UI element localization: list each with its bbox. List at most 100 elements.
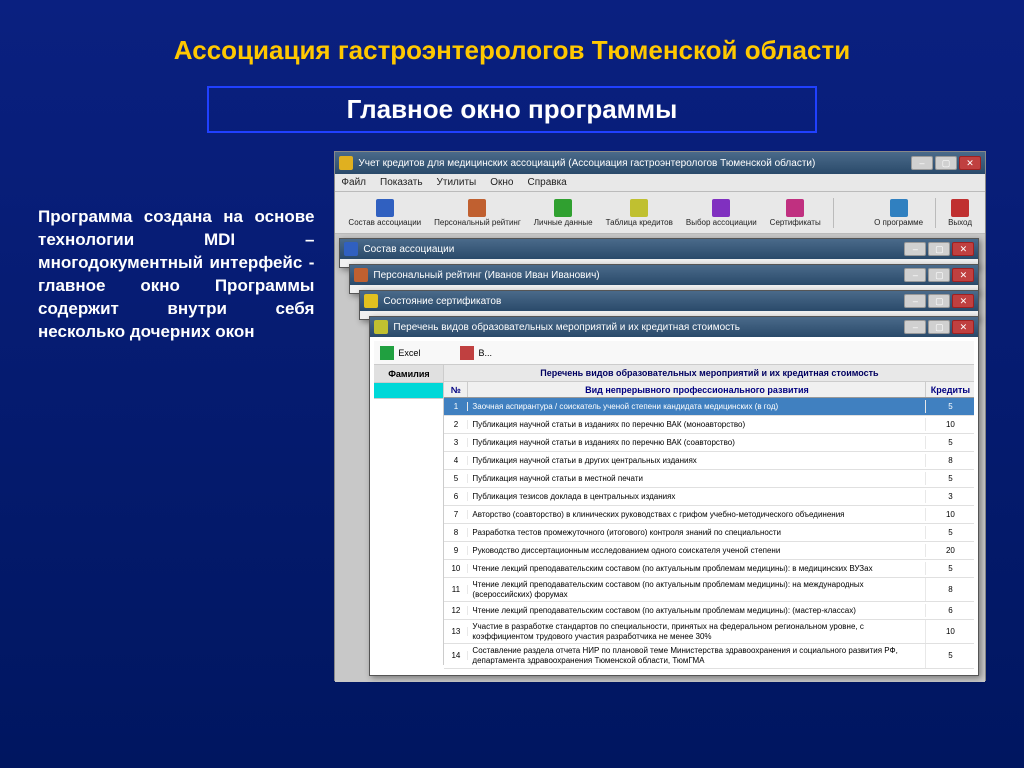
cell-credits: 20 [926, 546, 974, 555]
cell-num: 5 [444, 474, 468, 483]
toolbar: Состав ассоциации Персональный рейтинг Л… [335, 192, 985, 234]
cell-credits: 5 [926, 564, 974, 573]
exit-icon [951, 199, 969, 217]
maximize-button[interactable]: ▢ [935, 156, 957, 170]
tb-credits[interactable]: Таблица кредитов [601, 197, 678, 229]
cell-credits: 5 [926, 528, 974, 537]
table-row[interactable]: 6Публикация тезисов доклада в центральны… [444, 488, 974, 506]
maximize-button[interactable]: ▢ [928, 320, 950, 334]
cell-desc: Участие в разработке стандартов по специ… [468, 620, 926, 643]
cell-credits: 8 [926, 456, 974, 465]
cell-num: 14 [444, 651, 468, 660]
table-row[interactable]: 13Участие в разработке стандартов по спе… [444, 620, 974, 644]
close-button[interactable]: ✕ [952, 268, 974, 282]
cell-credits: 5 [926, 438, 974, 447]
rating-icon [468, 199, 486, 217]
cell-num: 1 [444, 402, 468, 411]
cell-credits: 5 [926, 474, 974, 483]
table-row[interactable]: 1Заочная аспирантура / соискатель ученой… [444, 398, 974, 416]
cell-credits: 3 [926, 492, 974, 501]
cell-desc: Публикация научной статьи в изданиях по … [468, 418, 926, 432]
cell-num: 7 [444, 510, 468, 519]
credits-icon [630, 199, 648, 217]
cell-credits: 8 [926, 585, 974, 594]
excel-button[interactable]: Excel [380, 346, 420, 360]
cert-icon [786, 199, 804, 217]
table-row[interactable]: 2Публикация научной статьи в изданиях по… [444, 416, 974, 434]
tb-rating[interactable]: Персональный рейтинг [429, 197, 526, 229]
window-icon [344, 242, 358, 256]
menu-bar: Файл Показать Утилиты Окно Справка [335, 174, 985, 192]
back-button[interactable]: В... [460, 346, 492, 360]
cell-desc: Публикация научной статьи в других центр… [468, 454, 926, 468]
slide-title: Ассоциация гастроэнтерологов Тюменской о… [0, 0, 1024, 78]
maximize-button[interactable]: ▢ [928, 294, 950, 308]
table-row[interactable]: 12Чтение лекций преподавательским состав… [444, 602, 974, 620]
close-button[interactable]: ✕ [959, 156, 981, 170]
members-icon [376, 199, 394, 217]
cell-credits: 10 [926, 627, 974, 636]
minimize-button[interactable]: – [911, 156, 933, 170]
cell-credits: 10 [926, 510, 974, 519]
menu-help[interactable]: Справка [528, 177, 567, 188]
close-button[interactable]: ✕ [952, 320, 974, 334]
table-row[interactable]: 9Руководство диссертационным исследовани… [444, 542, 974, 560]
cell-desc: Авторство (соавторство) в клинических ру… [468, 508, 926, 522]
left-column: Фамилия [374, 365, 444, 665]
maximize-button[interactable]: ▢ [928, 268, 950, 282]
cell-desc: Публикация тезисов доклада в центральных… [468, 490, 926, 504]
tb-about[interactable]: О программе [869, 197, 928, 229]
table-row[interactable]: 8Разработка тестов промежуточного (итого… [444, 524, 974, 542]
table-row[interactable]: 14Составление раздела отчета НИР по план… [444, 644, 974, 668]
cell-credits: 5 [926, 402, 974, 411]
main-titlebar: Учет кредитов для медицинских ассоциаций… [335, 152, 985, 174]
close-button[interactable]: ✕ [952, 242, 974, 256]
minimize-button[interactable]: – [904, 294, 926, 308]
menu-show[interactable]: Показать [380, 177, 423, 188]
tb-exit[interactable]: Выход [943, 197, 977, 229]
table-row[interactable]: 7Авторство (соавторство) в клинических р… [444, 506, 974, 524]
cell-desc: Заочная аспирантура / соискатель ученой … [468, 400, 926, 414]
app-window: Учет кредитов для медицинских ассоциаций… [334, 151, 986, 681]
cell-num: 4 [444, 456, 468, 465]
tb-personal[interactable]: Личные данные [529, 197, 598, 229]
table-row[interactable]: 4Публикация научной статьи в других цент… [444, 452, 974, 470]
table-row[interactable]: 11Чтение лекций преподавательским состав… [444, 578, 974, 602]
credits-table: Перечень видов образовательных мероприят… [444, 365, 974, 675]
cell-desc: Чтение лекций преподавательским составом… [468, 604, 926, 618]
maximize-button[interactable]: ▢ [928, 242, 950, 256]
child2-title: Персональный рейтинг (Иванов Иван Иванов… [373, 270, 904, 281]
menu-window[interactable]: Окно [490, 177, 513, 188]
minimize-button[interactable]: – [904, 320, 926, 334]
subtitle-container: Главное окно программы [207, 86, 817, 133]
cell-desc: Руководство диссертационным исследование… [468, 544, 926, 558]
tb-assoc[interactable]: Выбор ассоциации [681, 197, 762, 229]
close-button[interactable]: ✕ [952, 294, 974, 308]
child-window-4[interactable]: Перечень видов образовательных мероприят… [369, 316, 979, 676]
table-row[interactable]: 5Публикация научной статьи в местной печ… [444, 470, 974, 488]
excel-icon [380, 346, 394, 360]
col-num: № [444, 382, 468, 397]
toolbar-separator [833, 198, 834, 228]
menu-utils[interactable]: Утилиты [437, 177, 477, 188]
cell-num: 8 [444, 528, 468, 537]
tb-cert[interactable]: Сертификаты [765, 197, 826, 229]
minimize-button[interactable]: – [904, 242, 926, 256]
cell-num: 10 [444, 564, 468, 573]
menu-file[interactable]: Файл [341, 177, 366, 188]
about-icon [890, 199, 908, 217]
cell-num: 11 [444, 585, 468, 594]
cell-desc: Составление раздела отчета НИР по планов… [468, 644, 926, 667]
left-row-selected[interactable] [374, 383, 443, 399]
sub-toolbar: Excel В... [374, 341, 974, 365]
table-row[interactable]: 10Чтение лекций преподавательским состав… [444, 560, 974, 578]
table-row[interactable]: 3Публикация научной статьи в изданиях по… [444, 434, 974, 452]
cell-num: 9 [444, 546, 468, 555]
col-credits: Кредиты [926, 382, 974, 397]
minimize-button[interactable]: – [904, 268, 926, 282]
description-text: Программа создана на основе технологии M… [38, 151, 314, 681]
mdi-area: Состав ассоциации–▢✕ Персональный рейтин… [335, 234, 985, 682]
back-icon [460, 346, 474, 360]
child1-title: Состав ассоциации [363, 244, 904, 255]
tb-members[interactable]: Состав ассоциации [343, 197, 426, 229]
